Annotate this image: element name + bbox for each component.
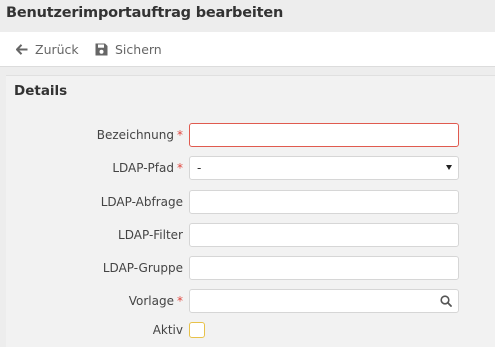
floppy-disk-icon (95, 43, 108, 56)
name-row: Bezeichnung * (6, 123, 495, 147)
active-checkbox[interactable] (189, 322, 205, 338)
back-button-label: Zurück (35, 42, 79, 57)
required-marker: * (177, 294, 183, 308)
ldap-filter-input[interactable] (189, 223, 459, 247)
template-search-input[interactable] (189, 289, 459, 313)
save-button-label: Sichern (115, 42, 162, 57)
active-row: Aktiv (6, 318, 495, 342)
ldap-filter-label: LDAP-Filter (118, 228, 183, 242)
save-button[interactable]: Sichern (95, 32, 162, 67)
required-marker: * (177, 128, 183, 142)
template-row: Vorlage * (6, 289, 495, 313)
title-bar: Benutzerimportauftrag bearbeiten (0, 0, 495, 32)
ldap-path-select[interactable]: - (189, 156, 459, 180)
ldap-path-label: LDAP-Pfad * (112, 161, 183, 175)
toolbar: Zurück Sichern (0, 32, 495, 67)
ldap-path-selected-value: - (197, 161, 202, 175)
required-marker: * (177, 161, 183, 175)
ldap-group-input[interactable] (189, 256, 459, 280)
panel-title: Details (14, 83, 68, 99)
ldap-group-row: LDAP-Gruppe (6, 256, 495, 280)
ldap-group-label: LDAP-Gruppe (102, 261, 183, 275)
ldap-query-input[interactable] (189, 190, 459, 214)
arrow-left-icon (16, 44, 28, 55)
search-icon[interactable] (440, 295, 452, 307)
ldap-filter-row: LDAP-Filter (6, 223, 495, 247)
caret-down-icon (446, 165, 452, 170)
page-title: Benutzerimportauftrag bearbeiten (6, 5, 284, 21)
template-label: Vorlage * (128, 294, 183, 308)
details-panel: Details Bezeichnung * LDAP-Pfad * - LDAP-A… (6, 75, 495, 347)
ldap-query-row: LDAP-Abfrage (6, 190, 495, 214)
name-label: Bezeichnung * (96, 128, 183, 142)
name-input[interactable] (189, 123, 459, 147)
ldap-query-label: LDAP-Abfrage (100, 195, 183, 209)
ldap-path-row: LDAP-Pfad * - (6, 156, 495, 180)
active-label: Aktiv (152, 323, 183, 337)
back-button[interactable]: Zurück (16, 32, 79, 67)
